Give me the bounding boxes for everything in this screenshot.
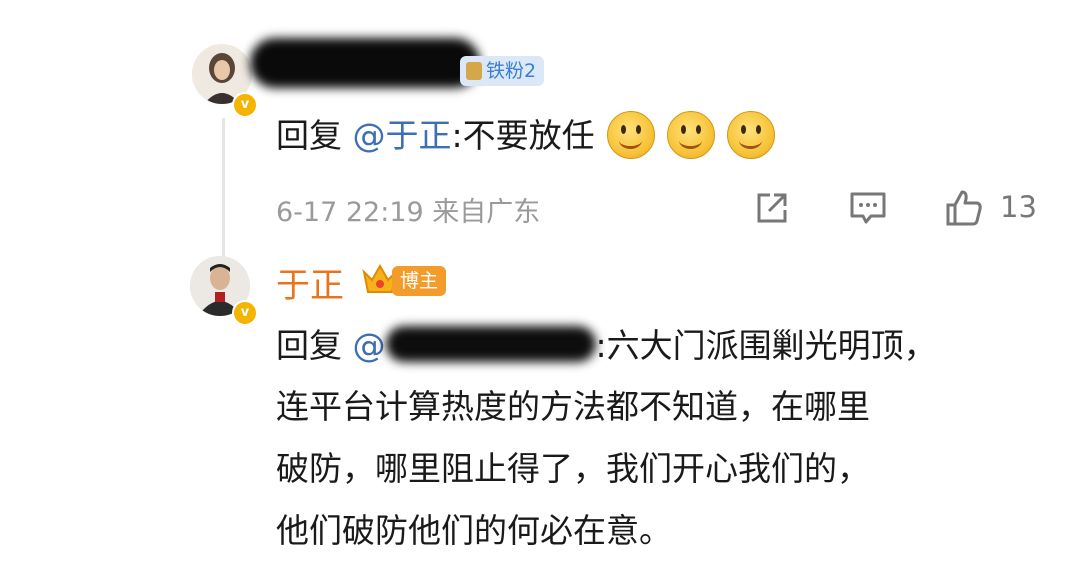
reply-prefix: 回复 [276,326,342,365]
reply-body: :不要放任 [451,116,595,155]
like-icon[interactable] [944,188,984,228]
timestamp: 6-17 22:19 [276,197,424,228]
comment-icon[interactable] [848,188,888,228]
smile-emoji-icon [726,110,775,159]
location: 来自广东 [432,197,541,228]
redacted-mention [385,325,596,362]
author-name[interactable]: 于正 [276,258,344,307]
redacted-username [250,38,480,88]
reply-text: 回复 @于正:不要放任 [276,110,775,162]
blogger-badge: 博主 [392,266,447,296]
mention-link[interactable]: @于正 [353,116,452,155]
verified-badge-icon: v [232,300,258,326]
comment-meta: 6-17 22:19 来自广东 [276,190,540,229]
mention-at[interactable]: @ [353,326,386,365]
reply-line-3: 破防，哪里阻止得了，我们开心我们的， [276,449,870,488]
fan-level-badge: 铁粉2 [460,56,545,86]
smile-emoji-icon [666,110,715,159]
reply-line-4: 他们破防他们的何必在意。 [276,511,672,550]
reply-prefix: 回复 [276,116,342,155]
reply-line-1: :六大门派围剿光明顶， [595,326,937,365]
reply-text: 回复 @ :六大门派围剿光明顶， [276,323,937,369]
reply-line-2: 连平台计算热度的方法都不知道，在哪里 [276,387,870,426]
like-count: 13 [1000,190,1037,224]
smile-emoji-icon [606,110,655,159]
thread-connector-line [222,118,225,266]
verified-badge-icon: v [232,92,258,118]
share-icon[interactable] [752,188,792,228]
